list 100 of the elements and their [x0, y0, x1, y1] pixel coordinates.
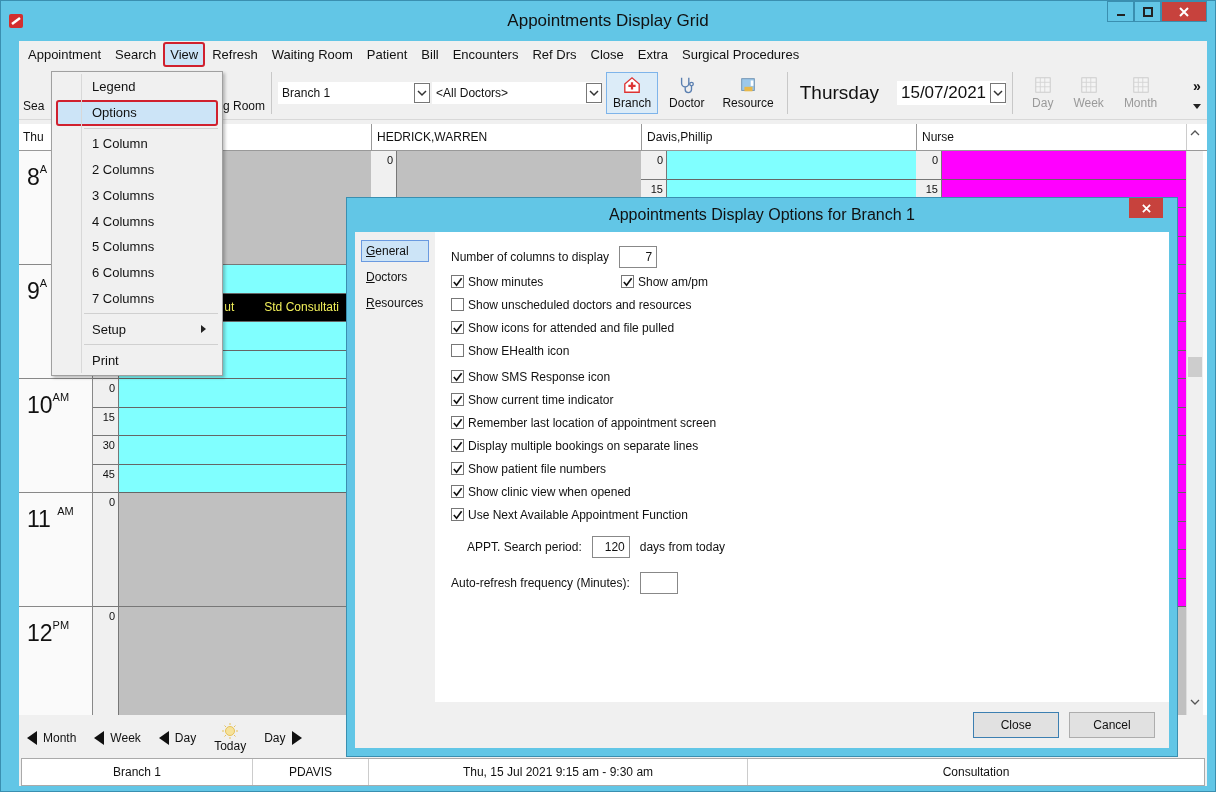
menu-item[interactable]: Bill [414, 41, 446, 67]
menu-item[interactable]: Surgical Procedures [675, 41, 807, 67]
nav-button[interactable]: Month [27, 731, 77, 745]
menu-item[interactable]: Appointment [21, 41, 108, 67]
scroll-up-icon[interactable] [1190, 130, 1200, 136]
checkbox-label: Show patient file numbers [468, 461, 607, 476]
checkbox[interactable] [451, 462, 464, 475]
field-label: days from today [639, 540, 726, 554]
dialog-button[interactable]: Cancel [1069, 712, 1155, 738]
checkbox-label: Remember last location of appointment screen [468, 415, 717, 430]
hour-label: 12$^{PM}$ [19, 607, 93, 715]
resource-button[interactable]: Resource [715, 72, 781, 114]
doctor-button[interactable]: Doctor [662, 72, 712, 114]
status-cell: Branch 1 [22, 759, 253, 785]
checkmark-icon [452, 508, 463, 521]
checkbox[interactable] [621, 275, 634, 288]
nav-button[interactable]: Today [214, 723, 247, 753]
checkbox[interactable] [451, 416, 464, 429]
close-button[interactable] [1129, 198, 1163, 218]
close-button[interactable] [1161, 1, 1207, 22]
scroll-down-icon[interactable] [1190, 699, 1200, 705]
calendar-grid-icon [1131, 76, 1150, 94]
column-header: Nurse [916, 124, 1186, 150]
checkmark-icon [452, 416, 463, 429]
checkbox[interactable] [451, 321, 464, 334]
search-button[interactable]: Sea [23, 99, 51, 113]
checkmark-icon [452, 370, 463, 383]
checkmark-icon [452, 275, 463, 288]
date-picker[interactable]: 15/07/2021 [896, 81, 1007, 105]
waiting-room-button[interactable]: g Room [223, 99, 266, 113]
submenu-arrow-icon [201, 325, 206, 334]
menu-item[interactable]: Extra [630, 41, 676, 67]
sun-icon [222, 723, 239, 739]
input-field[interactable]: 120 [591, 536, 630, 558]
menu-item[interactable]: Patient [359, 41, 415, 67]
checkmark-icon [452, 393, 463, 406]
sidebar-item[interactable]: Doctors [361, 266, 429, 288]
sidebar-item[interactable]: General [361, 240, 429, 262]
checkmark-icon [452, 485, 463, 498]
scrollbar[interactable] [1186, 151, 1203, 715]
menu-item[interactable]: View [163, 41, 206, 67]
menu-item[interactable]: Search [108, 41, 164, 67]
minimize-icon [1116, 13, 1125, 16]
doctor-dropdown[interactable]: <All Doctors> [432, 82, 603, 104]
menu-item[interactable]: Refresh [205, 41, 265, 67]
maximize-button[interactable] [1134, 1, 1161, 22]
input-field[interactable]: 7 [619, 246, 658, 268]
checkbox[interactable] [451, 508, 464, 521]
menu-item[interactable]: Close [583, 41, 631, 67]
input-field[interactable] [639, 572, 678, 594]
maximize-icon [1142, 6, 1153, 17]
menu-item[interactable]: Waiting Room [264, 41, 360, 67]
menu-item[interactable]: Legend [56, 74, 218, 100]
minimize-button[interactable] [1107, 1, 1134, 22]
status-cell-text: Consultation [941, 764, 1011, 781]
checkbox-label: Show am/pm [638, 274, 709, 289]
column-header: Davis,Phillip [641, 124, 916, 150]
status-cell: PDAVIS [253, 759, 369, 785]
app-logo-icon [9, 14, 23, 28]
checkbox[interactable] [451, 485, 464, 498]
branch-button[interactable]: Branch [606, 72, 659, 114]
checkbox[interactable] [451, 370, 464, 383]
checkbox[interactable] [451, 439, 464, 452]
checkmark-icon [452, 462, 463, 475]
checkbox[interactable] [451, 275, 464, 288]
minute-cell: 30 [93, 436, 119, 465]
caret-icon [1193, 103, 1201, 109]
overflow-chevron[interactable]: » [1193, 77, 1201, 94]
checkbox-label: Show clinic view when opened [468, 484, 631, 499]
checkbox-label: Show minutes [468, 274, 544, 289]
nav-button[interactable]: Week [94, 731, 141, 745]
sidebar-item[interactable]: Resources [361, 292, 429, 314]
column-header: HEDRICK,WARREN [371, 124, 641, 150]
menu-item[interactable]: Options [56, 99, 218, 126]
hour-label: 11 $^{AM}$ [19, 493, 93, 607]
minute-cell: 45 [93, 464, 119, 493]
nav-button[interactable]: Day [158, 731, 197, 745]
house-icon [623, 76, 642, 94]
calendar-grid-icon [1079, 76, 1098, 94]
field-label: Number of columns to display [451, 250, 610, 264]
nav-button[interactable]: Day [264, 731, 302, 745]
menu-item[interactable]: Encounters [445, 41, 526, 67]
appointment-text: ut [224, 300, 235, 315]
time-slot[interactable] [667, 151, 916, 180]
window-title: Appointments Display Grid [507, 11, 709, 31]
menu-item[interactable]: Ref Drs [525, 41, 584, 67]
checkmark-icon [622, 275, 633, 288]
checkbox[interactable] [451, 344, 464, 357]
scrollbar-thumb[interactable] [1188, 357, 1202, 377]
checkmark-icon [452, 439, 463, 452]
calendar-grid-icon [1033, 76, 1052, 94]
checkmark-icon [452, 321, 463, 334]
room-icon [739, 76, 758, 94]
checkbox[interactable] [451, 298, 464, 311]
branch-dropdown[interactable]: Branch 1 [278, 82, 431, 104]
dialog-button[interactable]: Close [973, 712, 1059, 738]
checkbox[interactable] [451, 393, 464, 406]
minute-cell: 15 [93, 407, 119, 436]
checkbox-label: Display multiple bookings on separate lines [468, 438, 699, 453]
status-cell: Thu, 15 Jul 2021 9:15 am - 9:30 am [369, 759, 748, 785]
